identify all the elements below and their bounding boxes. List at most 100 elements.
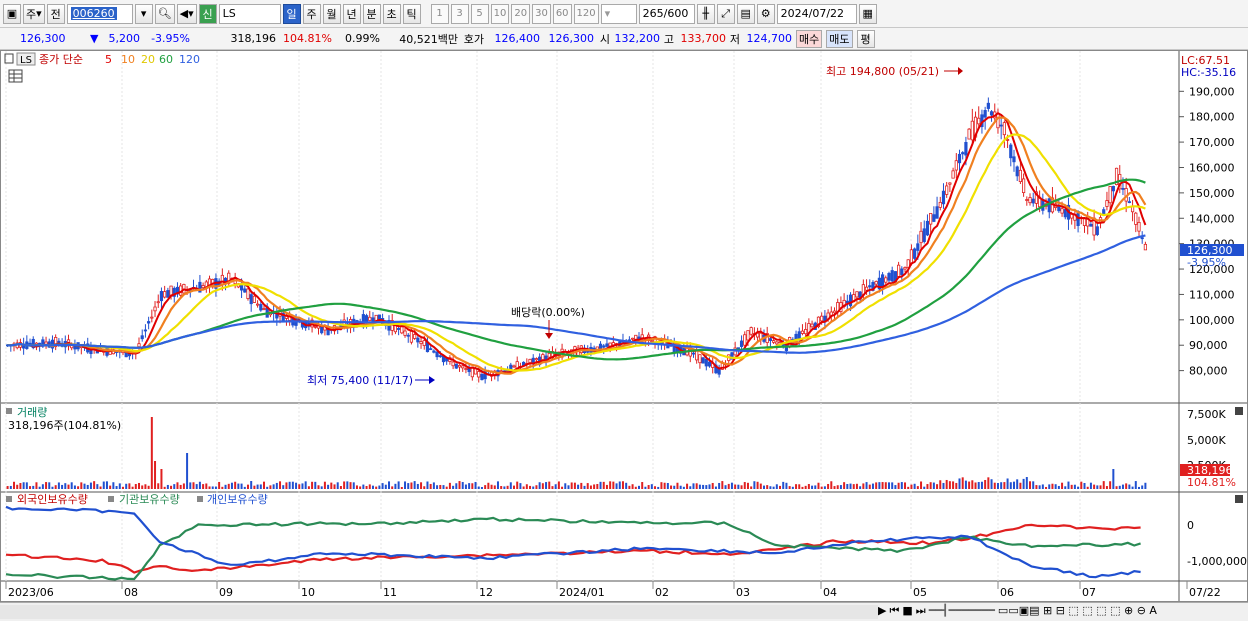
price-ytick: 170,000 <box>1189 136 1235 149</box>
volume-bar <box>173 484 176 489</box>
volume-bar <box>311 481 314 489</box>
code-dropdown-icon[interactable]: ▾ <box>134 3 153 24</box>
search-icon[interactable]: 🔍︎ <box>154 3 175 24</box>
layout-icon[interactable]: ▣ <box>3 3 21 24</box>
period-second-tab[interactable]: 초 <box>382 3 401 24</box>
volume-bar <box>772 486 775 489</box>
scroll-right-icon[interactable]: ▶ <box>878 604 886 618</box>
volume-bar <box>1000 482 1003 489</box>
xaxis-label: 02 <box>655 586 669 599</box>
interval-30[interactable]: 30 <box>532 3 551 24</box>
interval-5[interactable]: 5 <box>470 3 489 24</box>
volume-bar <box>202 484 205 489</box>
candle-body <box>602 345 606 348</box>
prev-button[interactable]: 전 <box>46 3 65 24</box>
ma-120-label: 120 <box>179 53 200 66</box>
volume-bar <box>400 486 403 489</box>
volume-bar <box>820 486 823 489</box>
market-select[interactable]: 주 ▾ <box>23 3 45 24</box>
code-input[interactable]: 006260 <box>66 3 133 24</box>
candle-body <box>451 361 455 367</box>
volume-bar <box>529 485 532 489</box>
volume-bar <box>298 484 301 489</box>
volume-bar <box>436 485 439 489</box>
volume-bar <box>654 486 657 489</box>
ma-20-label: 20 <box>141 53 155 66</box>
high-price: 133,700 <box>680 32 727 45</box>
volume-subtitle: 318,196주(104.81%) <box>8 419 121 432</box>
scroll-bar[interactable]: ▶ ⏮ ■ ⏭ ━━┫━━━━━━━ ▭▭▣▤ ⊞ ⊟ ⬚ ⬚ ⬚ ⬚ ⊕ ⊖ … <box>0 602 1248 621</box>
xaxis-label: 05 <box>913 586 927 599</box>
table-icon[interactable] <box>8 69 23 83</box>
settings-icon[interactable]: ⚙ <box>756 3 775 24</box>
period-month-tab[interactable]: 월 <box>322 3 341 24</box>
candlesticks <box>6 97 1147 384</box>
volume-bar <box>955 482 958 489</box>
volume-bar <box>532 486 535 489</box>
volume-bar <box>1070 484 1073 489</box>
price-ytick: 80,000 <box>1189 365 1228 378</box>
volume-panel-icon[interactable] <box>6 408 12 414</box>
candle-body <box>1063 209 1067 218</box>
chart-tool-icon[interactable]: ⤢ <box>716 3 735 24</box>
volume-bar <box>1093 484 1096 489</box>
interval-20[interactable]: 20 <box>511 3 531 24</box>
interval-60[interactable]: 60 <box>552 3 572 24</box>
period-year-tab[interactable]: 년 <box>342 3 361 24</box>
chart-canvas[interactable]: LS 종가 단순 5 10 20 60 120 최고 194,800 (05/2… <box>1 51 1247 601</box>
candle-body <box>1022 178 1026 193</box>
chart-area[interactable]: LS 종가 단순 5 10 20 60 120 최고 194,800 (05/2… <box>0 50 1248 602</box>
volume-ratio: 104.81% <box>283 32 332 45</box>
volume-bar <box>461 482 464 489</box>
interval-1[interactable]: 1 <box>430 3 449 24</box>
volume-title: 거래량 <box>17 406 47 419</box>
speaker-icon[interactable]: ◀▾ <box>176 3 197 24</box>
volume-bar <box>275 482 278 489</box>
candle-body <box>1134 212 1138 225</box>
period-week-tab[interactable]: 주 <box>302 3 321 24</box>
zoom-slider[interactable]: ━━┫━━━━━━━ <box>929 604 995 618</box>
save-icon[interactable]: ▤ <box>736 3 755 24</box>
period-tick-tab[interactable]: 틱 <box>402 3 421 24</box>
volume-bar <box>884 482 887 489</box>
volume-bar <box>166 484 169 489</box>
name-field[interactable]: LS <box>218 3 281 24</box>
first-page-icon[interactable]: ⏮ <box>889 604 899 618</box>
count-field[interactable]: 265/600 <box>638 3 695 24</box>
volume-bar <box>849 483 852 489</box>
last-page-icon[interactable]: ⏭ <box>916 604 926 618</box>
volume-bar <box>1061 482 1064 489</box>
stop-icon[interactable]: ■ <box>902 604 912 618</box>
buy-button[interactable]: 매수 <box>796 29 823 48</box>
volume-close-icon[interactable] <box>1235 407 1243 415</box>
volume-bar <box>285 482 288 489</box>
volume-bar <box>961 477 964 489</box>
layout-icons[interactable]: ▭▭▣▤ ⊞ ⊟ ⬚ ⬚ ⬚ ⬚ ⊕ ⊖ A <box>998 604 1157 618</box>
volume-bar <box>474 481 477 489</box>
candle-type-icon[interactable]: ╫ <box>696 3 715 24</box>
period-minute-tab[interactable]: 분 <box>362 3 381 24</box>
change-percent: -3.95% <box>151 32 190 45</box>
period-day-tab[interactable]: 일 <box>282 3 301 24</box>
flow-panel-icon[interactable] <box>6 496 12 502</box>
volume-bar <box>432 482 435 489</box>
sell-button[interactable]: 매도 <box>826 29 853 48</box>
volume-bar <box>945 479 948 489</box>
custom-interval-input[interactable]: ▾ <box>600 3 637 24</box>
volume-bar <box>878 482 881 489</box>
volume-bar <box>227 483 230 489</box>
calendar-icon[interactable]: ▦ <box>858 3 877 24</box>
candle-body <box>1095 226 1099 235</box>
avg-button[interactable]: 평 <box>856 29 875 48</box>
volume-bar <box>464 484 467 489</box>
interval-120[interactable]: 120 <box>573 3 599 24</box>
volume-bar <box>243 486 246 489</box>
flow-close-icon[interactable] <box>1235 495 1243 503</box>
interval-3[interactable]: 3 <box>450 3 469 24</box>
volume-bar <box>801 486 804 489</box>
volume-bar <box>272 484 275 489</box>
interval-10[interactable]: 10 <box>490 3 510 24</box>
candle-body <box>143 329 148 332</box>
date-field[interactable]: 2024/07/22 <box>776 3 857 24</box>
scroll-track[interactable] <box>0 605 878 619</box>
